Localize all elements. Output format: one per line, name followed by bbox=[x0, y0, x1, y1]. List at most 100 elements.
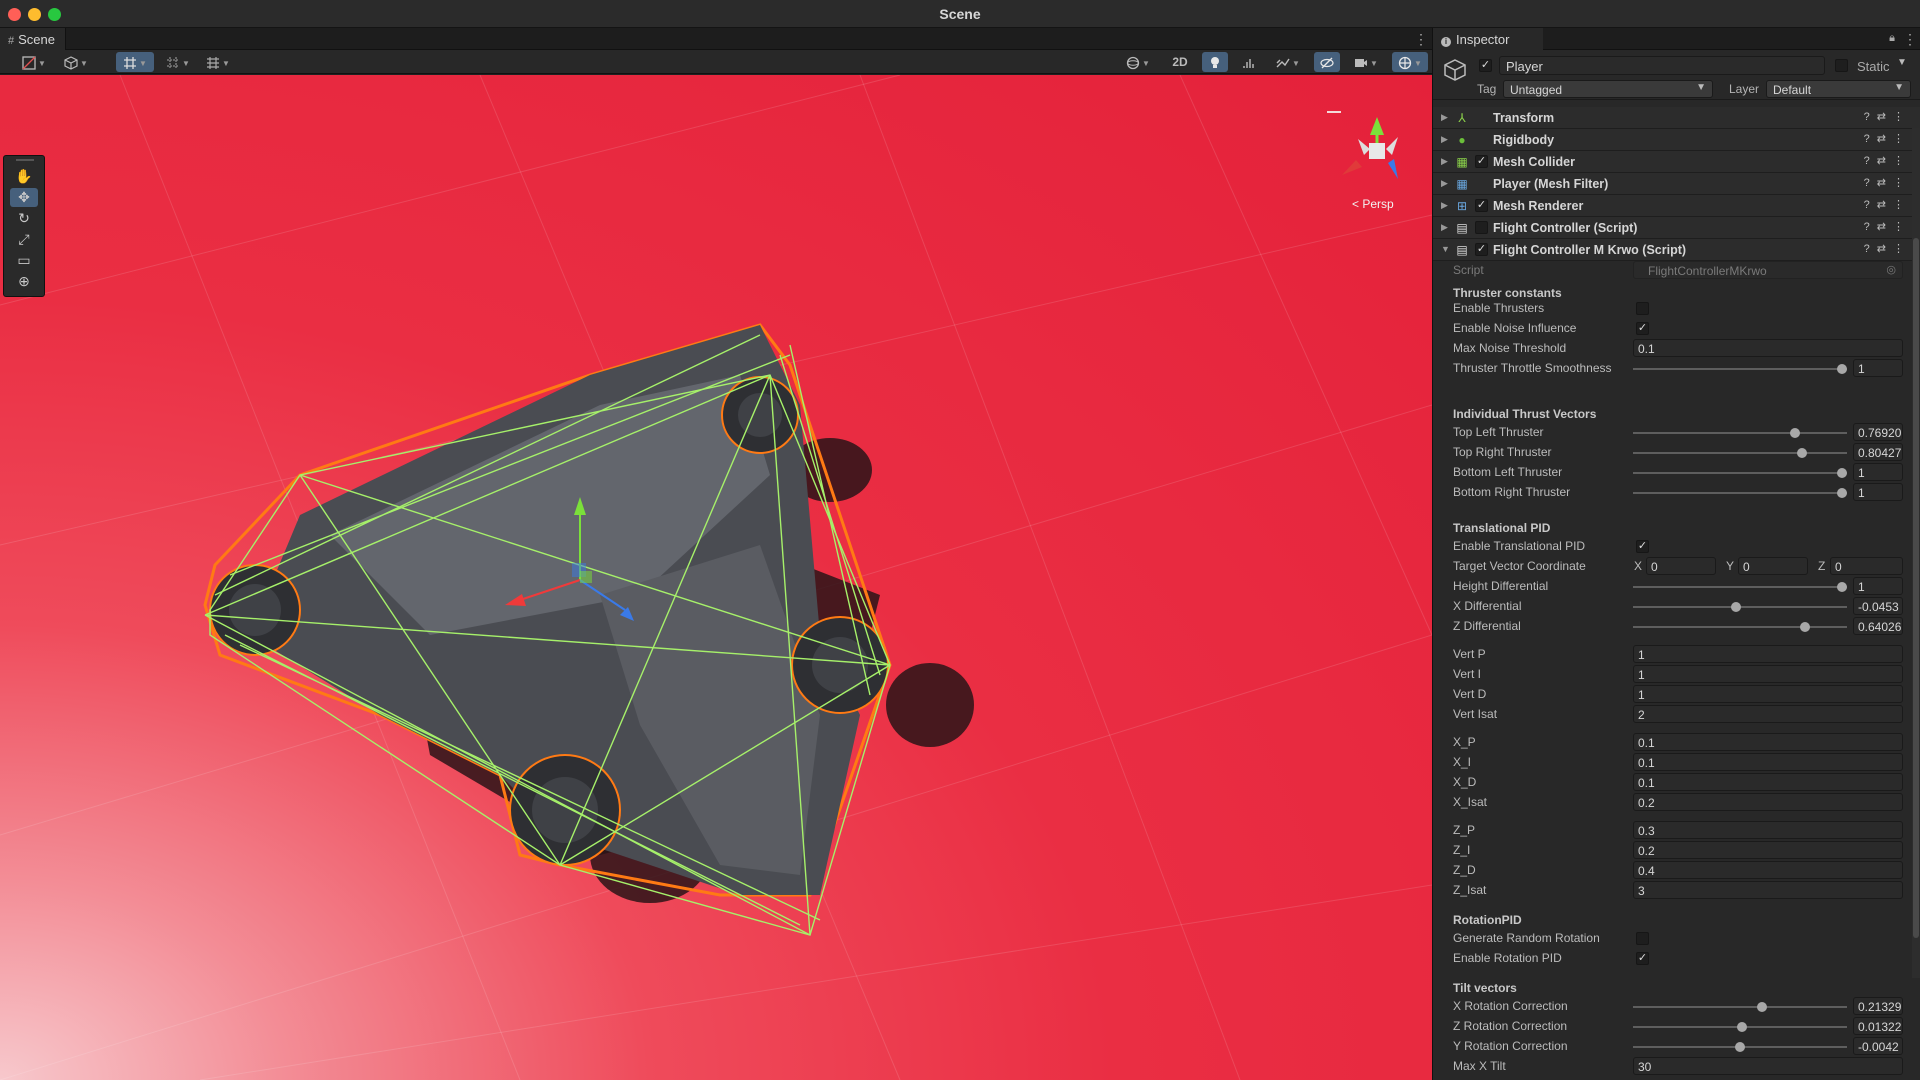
tab-scene[interactable]: # Scene bbox=[0, 28, 66, 50]
x-i-input[interactable]: 0.1 bbox=[1633, 753, 1903, 771]
help-icon[interactable]: ? bbox=[1864, 155, 1877, 167]
component-rigidbody[interactable]: ▶ ● Rigidbody ?⇄⋮ bbox=[1433, 129, 1920, 151]
help-icon[interactable]: ? bbox=[1864, 133, 1877, 145]
slider-thumb[interactable] bbox=[1837, 582, 1847, 592]
component-menu-icon[interactable]: ⋮ bbox=[1893, 199, 1911, 211]
enable-noise-checkbox[interactable]: ✓ bbox=[1636, 322, 1649, 335]
layer-dropdown[interactable]: Default ▼ bbox=[1766, 80, 1911, 98]
overlay-menu-handle[interactable] bbox=[1327, 111, 1341, 113]
enable-thrusters-checkbox[interactable] bbox=[1636, 302, 1649, 315]
vert-i-input[interactable]: 1 bbox=[1633, 665, 1903, 683]
target-x-input[interactable]: 0 bbox=[1646, 557, 1716, 575]
slider-thumb[interactable] bbox=[1737, 1022, 1748, 1032]
target-y-input[interactable]: 0 bbox=[1738, 557, 1808, 575]
scrollbar-thumb[interactable] bbox=[1913, 238, 1919, 938]
help-icon[interactable]: ? bbox=[1864, 243, 1877, 255]
top-right-value[interactable]: 0.80427 bbox=[1853, 443, 1903, 461]
lighting-toggle[interactable] bbox=[1202, 52, 1228, 72]
preset-icon[interactable]: ⇄ bbox=[1877, 155, 1893, 167]
expand-arrow-icon[interactable]: ▶ bbox=[1441, 222, 1448, 233]
x-isat-input[interactable]: 0.2 bbox=[1633, 793, 1903, 811]
bottom-right-slider[interactable] bbox=[1633, 488, 1847, 498]
camera-dropdown[interactable]: ▼ bbox=[1348, 52, 1384, 72]
max-x-tilt-input[interactable]: 30 bbox=[1633, 1057, 1903, 1075]
component-menu-icon[interactable]: ⋮ bbox=[1893, 133, 1911, 145]
scale-tool-icon[interactable]: ⤢ bbox=[10, 230, 38, 249]
transform-tool-icon[interactable]: ⊕ bbox=[10, 272, 38, 291]
z-p-input[interactable]: 0.3 bbox=[1633, 821, 1903, 839]
slider-thumb[interactable] bbox=[1735, 1042, 1745, 1052]
enable-rot-pid-checkbox[interactable]: ✓ bbox=[1636, 952, 1649, 965]
help-icon[interactable]: ? bbox=[1864, 177, 1877, 189]
z-diff-slider[interactable] bbox=[1633, 622, 1847, 632]
expand-arrow-icon[interactable]: ▶ bbox=[1441, 156, 1448, 167]
tab-inspector[interactable]: i Inspector bbox=[1433, 28, 1543, 50]
gizmo-orientation-dropdown[interactable]: ▼ bbox=[1120, 52, 1156, 72]
gizmos-dropdown[interactable]: ▼ bbox=[1392, 52, 1428, 72]
component-mesh-renderer[interactable]: ▶ ⊞ ✓ Mesh Renderer ?⇄⋮ bbox=[1433, 195, 1920, 217]
tag-dropdown[interactable]: Untagged ▼ bbox=[1503, 80, 1713, 98]
help-icon[interactable]: ? bbox=[1864, 111, 1877, 123]
orientation-gizmo[interactable] bbox=[1342, 117, 1398, 179]
slider-thumb[interactable] bbox=[1797, 448, 1808, 458]
slider-thumb[interactable] bbox=[1789, 428, 1800, 438]
more-options-icon[interactable]: ⋮ bbox=[1414, 31, 1428, 48]
preset-icon[interactable]: ⇄ bbox=[1877, 177, 1893, 189]
rotate-tool-icon[interactable]: ↻ bbox=[10, 209, 38, 228]
scene-viewport[interactable]: ✋ ✥ ↻ ⤢ ▭ ⊕ < Persp bbox=[0, 75, 1432, 1080]
inspector-scrollbar[interactable] bbox=[1912, 128, 1920, 978]
component-transform[interactable]: ▶ ⅄ Transform ?⇄⋮ bbox=[1433, 107, 1920, 129]
z-rot-corr-value[interactable]: 0.01322 bbox=[1853, 1017, 1903, 1035]
component-flight-controller[interactable]: ▶ ▤ Flight Controller (Script) ?⇄⋮ bbox=[1433, 217, 1920, 239]
component-mesh-collider[interactable]: ▶ ▦ ✓ Mesh Collider ?⇄⋮ bbox=[1433, 151, 1920, 173]
help-icon[interactable]: ? bbox=[1864, 199, 1877, 211]
top-left-value[interactable]: 0.76920 bbox=[1853, 423, 1903, 441]
vert-p-input[interactable]: 1 bbox=[1633, 645, 1903, 663]
palette-drag-handle[interactable] bbox=[16, 159, 34, 161]
gameobject-name-input[interactable]: Player bbox=[1499, 56, 1825, 75]
height-diff-slider[interactable] bbox=[1633, 582, 1847, 592]
rect-tool-icon[interactable]: ▭ bbox=[10, 251, 38, 270]
component-menu-icon[interactable]: ⋮ bbox=[1893, 243, 1911, 255]
vert-isat-input[interactable]: 2 bbox=[1633, 705, 1903, 723]
x-d-input[interactable]: 0.1 bbox=[1633, 773, 1903, 791]
lock-icon[interactable]: 🔒︎ bbox=[1889, 32, 1895, 45]
component-menu-icon[interactable]: ⋮ bbox=[1893, 111, 1911, 123]
preset-icon[interactable]: ⇄ bbox=[1877, 243, 1893, 255]
x-rot-corr-value[interactable]: 0.21329 bbox=[1853, 997, 1903, 1015]
y-rot-corr-slider[interactable] bbox=[1633, 1042, 1847, 1052]
throttle-smooth-slider[interactable] bbox=[1633, 364, 1847, 374]
slider-thumb[interactable] bbox=[1757, 1002, 1768, 1012]
expand-arrow-icon[interactable]: ▶ bbox=[1441, 134, 1448, 145]
grid-snap-button[interactable]: ▼ bbox=[116, 52, 154, 72]
perspective-toggle[interactable]: < Persp bbox=[1352, 197, 1394, 211]
view-options-dropdown[interactable]: ▼ bbox=[58, 52, 94, 72]
component-enabled-checkbox[interactable]: ✓ bbox=[1475, 243, 1488, 256]
hand-tool-icon[interactable]: ✋ bbox=[10, 167, 38, 186]
z-isat-input[interactable]: 3 bbox=[1633, 881, 1903, 899]
slider-thumb[interactable] bbox=[1837, 488, 1847, 498]
collapse-arrow-icon[interactable]: ▼ bbox=[1441, 244, 1450, 254]
x-p-input[interactable]: 0.1 bbox=[1633, 733, 1903, 751]
effects-dropdown[interactable]: ▼ bbox=[1270, 52, 1306, 72]
top-right-slider[interactable] bbox=[1633, 448, 1847, 458]
preset-icon[interactable]: ⇄ bbox=[1877, 221, 1893, 233]
z-diff-value[interactable]: 0.64026 bbox=[1853, 617, 1903, 635]
expand-arrow-icon[interactable]: ▶ bbox=[1441, 112, 1448, 123]
component-menu-icon[interactable]: ⋮ bbox=[1893, 177, 1911, 189]
component-menu-icon[interactable]: ⋮ bbox=[1893, 155, 1911, 167]
slider-thumb[interactable] bbox=[1730, 602, 1741, 612]
component-enabled-checkbox[interactable]: ✓ bbox=[1475, 199, 1488, 212]
slider-thumb[interactable] bbox=[1800, 622, 1811, 632]
height-diff-value[interactable]: 1 bbox=[1853, 577, 1903, 595]
static-dropdown-icon[interactable]: ▼ bbox=[1897, 57, 1907, 68]
increment-snap-button[interactable]: ▼ bbox=[160, 52, 196, 72]
target-z-input[interactable]: 0 bbox=[1830, 557, 1903, 575]
x-rot-corr-slider[interactable] bbox=[1633, 1002, 1847, 1012]
preset-icon[interactable]: ⇄ bbox=[1877, 111, 1893, 123]
throttle-smooth-value[interactable]: 1 bbox=[1853, 359, 1903, 377]
component-enabled-checkbox[interactable] bbox=[1475, 221, 1488, 234]
move-tool-icon[interactable]: ✥ bbox=[10, 188, 38, 207]
enable-translational-checkbox[interactable]: ✓ bbox=[1636, 540, 1649, 553]
x-diff-value[interactable]: -0.0453 bbox=[1853, 597, 1903, 615]
